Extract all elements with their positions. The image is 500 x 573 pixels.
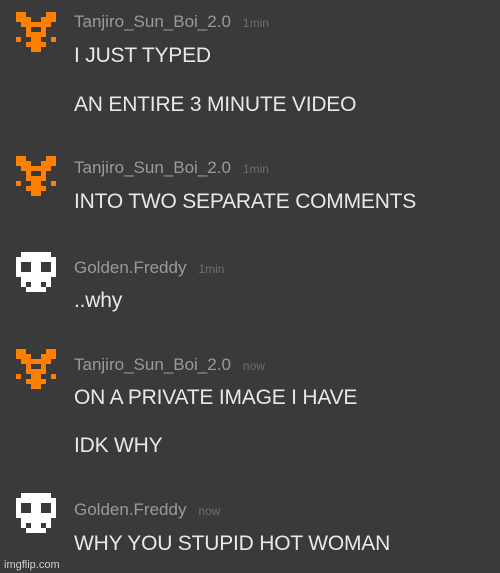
- skull-icon[interactable]: [16, 493, 56, 533]
- comment-meta: Golden.Freddy now: [74, 500, 220, 520]
- timestamp: 1min: [242, 162, 269, 176]
- fox-icon[interactable]: [16, 12, 56, 52]
- comment-meta: Golden.Freddy 1min: [74, 258, 224, 278]
- username-link[interactable]: Tanjiro_Sun_Boi_2.0: [74, 355, 231, 374]
- username-link[interactable]: Golden.Freddy: [74, 500, 186, 519]
- comment-text: ..why: [74, 289, 123, 312]
- comment-thread: Tanjiro_Sun_Boi_2.0 1min I JUST TYPED AN …: [0, 0, 500, 573]
- username-link[interactable]: Tanjiro_Sun_Boi_2.0: [74, 158, 231, 177]
- comment-meta: Tanjiro_Sun_Boi_2.0 1min: [74, 12, 269, 32]
- skull-icon[interactable]: [16, 252, 56, 292]
- comment-meta: Tanjiro_Sun_Boi_2.0 now: [74, 355, 265, 375]
- fox-icon[interactable]: [16, 156, 56, 196]
- comment-text: INTO TWO SEPARATE COMMENTS: [74, 190, 417, 213]
- comment-text: ON A PRIVATE IMAGE I HAVE: [74, 386, 358, 409]
- comment-text: AN ENTIRE 3 MINUTE VIDEO: [74, 93, 357, 116]
- timestamp: 1min: [198, 262, 225, 276]
- comment-text: WHY YOU STUPID HOT WOMAN: [74, 532, 391, 555]
- timestamp: now: [198, 504, 221, 518]
- timestamp: now: [242, 359, 265, 373]
- comment-text: IDK WHY: [74, 434, 163, 457]
- watermark: imgflip.com: [4, 559, 60, 571]
- fox-icon[interactable]: [16, 349, 56, 389]
- comment-meta: Tanjiro_Sun_Boi_2.0 1min: [74, 158, 269, 178]
- comment-text: I JUST TYPED: [74, 44, 211, 67]
- username-link[interactable]: Golden.Freddy: [74, 258, 186, 277]
- timestamp: 1min: [242, 16, 269, 30]
- username-link[interactable]: Tanjiro_Sun_Boi_2.0: [74, 12, 231, 31]
